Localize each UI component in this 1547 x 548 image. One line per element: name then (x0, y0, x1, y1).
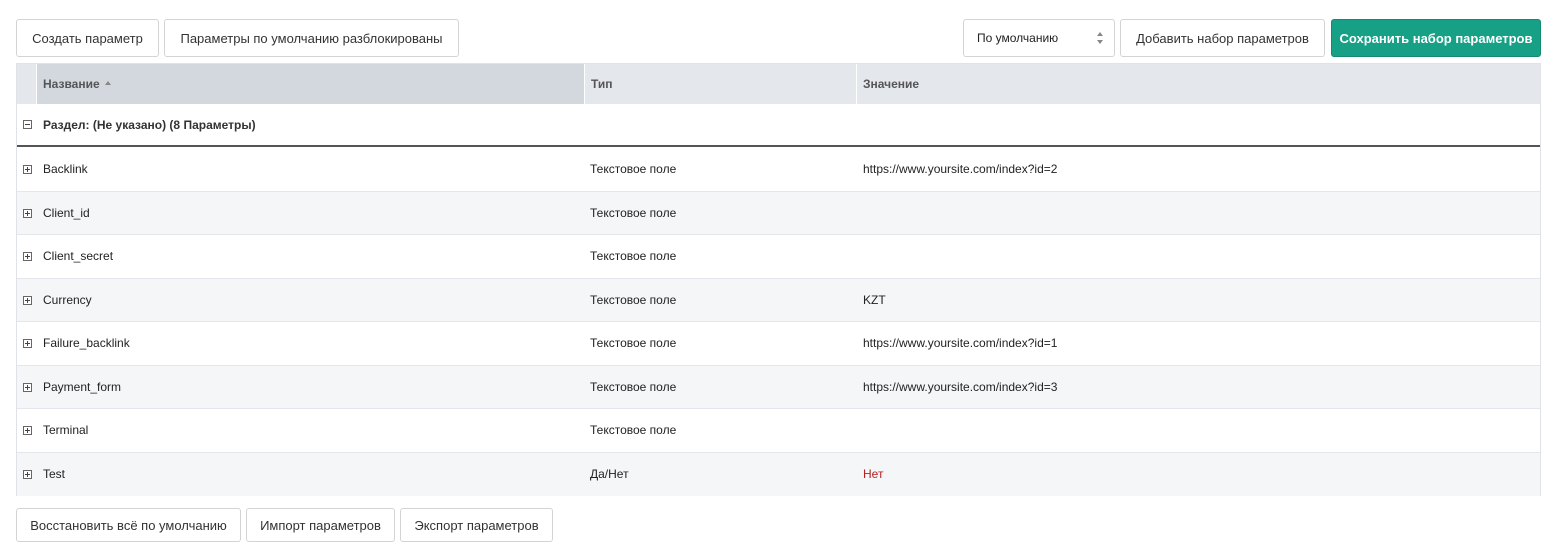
import-params-button[interactable]: Импорт параметров (246, 508, 395, 542)
column-name-label: Название (43, 77, 100, 91)
param-value[interactable]: https://www.yoursite.com/index?id=1 (863, 322, 1057, 365)
create-param-button[interactable]: Создать параметр (16, 19, 159, 57)
expand-icon[interactable] (23, 165, 32, 174)
expand-icon[interactable] (23, 469, 32, 479)
param-name: Client_secret (43, 249, 114, 264)
param-name: Client_id (43, 205, 90, 220)
sort-asc-icon (104, 81, 111, 85)
table-row[interactable]: Backlink Текстовое поле https://www.yoursi… (17, 148, 1540, 192)
restore-defaults-button[interactable]: Восстановить всё по умолчанию (16, 508, 241, 542)
params-grid: Название Тип Значение Раздел: (Не указан… (16, 63, 1541, 496)
table-row[interactable]: Payment_form Текстовое поле https://www.yo… (17, 365, 1540, 409)
param-type: Текстовое поле (590, 162, 677, 177)
header-spacer (17, 64, 37, 104)
expand-icon[interactable] (23, 382, 32, 392)
expand-icon[interactable] (23, 339, 32, 348)
param-type: Текстовое поле (590, 336, 677, 351)
table-row[interactable]: Currency Текстовое поле KZT (17, 278, 1540, 322)
updown-chevron-icon (1097, 32, 1103, 44)
param-value[interactable]: https://www.yoursite.com/index?id=2 (863, 148, 1057, 191)
param-value[interactable]: KZT (863, 279, 886, 322)
param-type: Да/Нет (590, 467, 629, 482)
param-value[interactable]: https://www.yoursite.com/index?id=3 (863, 366, 1057, 409)
table-row[interactable]: Terminal Текстовое поле (17, 409, 1540, 453)
column-header-type[interactable]: Тип (585, 64, 857, 104)
group-row[interactable]: Раздел: (Не указано) (8 Параметры) (17, 104, 1540, 147)
column-header-value[interactable]: Значение (857, 64, 1540, 104)
table-row[interactable]: Client_secret Текстовое поле (17, 235, 1540, 279)
column-type-label: Тип (591, 77, 613, 91)
expand-icon[interactable] (23, 295, 32, 305)
expand-icon[interactable] (23, 426, 32, 435)
table-row[interactable]: Test Да/Нет Нет (17, 452, 1540, 497)
param-name: Test (43, 467, 66, 482)
column-header-name[interactable]: Название (37, 64, 585, 104)
grid-header: Название Тип Значение (17, 64, 1540, 104)
table-row[interactable]: Failure_backlink Текстовое поле https://ww… (17, 322, 1540, 366)
expand-icon[interactable] (23, 252, 32, 261)
preset-select[interactable]: По умолчанию (963, 19, 1115, 57)
group-label: Раздел: (Не указано) (8 Параметры) (43, 117, 256, 132)
param-type: Текстовое поле (590, 379, 677, 394)
param-type: Текстовое поле (590, 249, 677, 264)
column-value-label: Значение (863, 77, 920, 91)
defaults-unlocked-button[interactable]: Параметры по умолчанию разблокированы (164, 19, 459, 57)
param-value[interactable]: Нет (863, 453, 883, 497)
param-name: Failure_backlink (43, 336, 130, 351)
table-row[interactable]: Client_id Текстовое поле (17, 191, 1540, 235)
collapse-icon[interactable] (23, 120, 32, 129)
param-type: Текстовое поле (590, 292, 677, 307)
param-name: Payment_form (43, 379, 122, 394)
param-type: Текстовое поле (590, 205, 677, 220)
preset-select-value: По умолчанию (977, 31, 1059, 45)
param-name: Backlink (43, 162, 88, 177)
export-params-button[interactable]: Экспорт параметров (400, 508, 553, 542)
param-name: Terminal (43, 423, 89, 438)
add-param-set-button[interactable]: Добавить набор параметров (1120, 19, 1325, 57)
save-param-set-button[interactable]: Сохранить набор параметров (1331, 19, 1541, 57)
expand-icon[interactable] (23, 208, 32, 218)
param-type: Текстовое поле (590, 423, 677, 438)
param-name: Currency (43, 292, 92, 307)
